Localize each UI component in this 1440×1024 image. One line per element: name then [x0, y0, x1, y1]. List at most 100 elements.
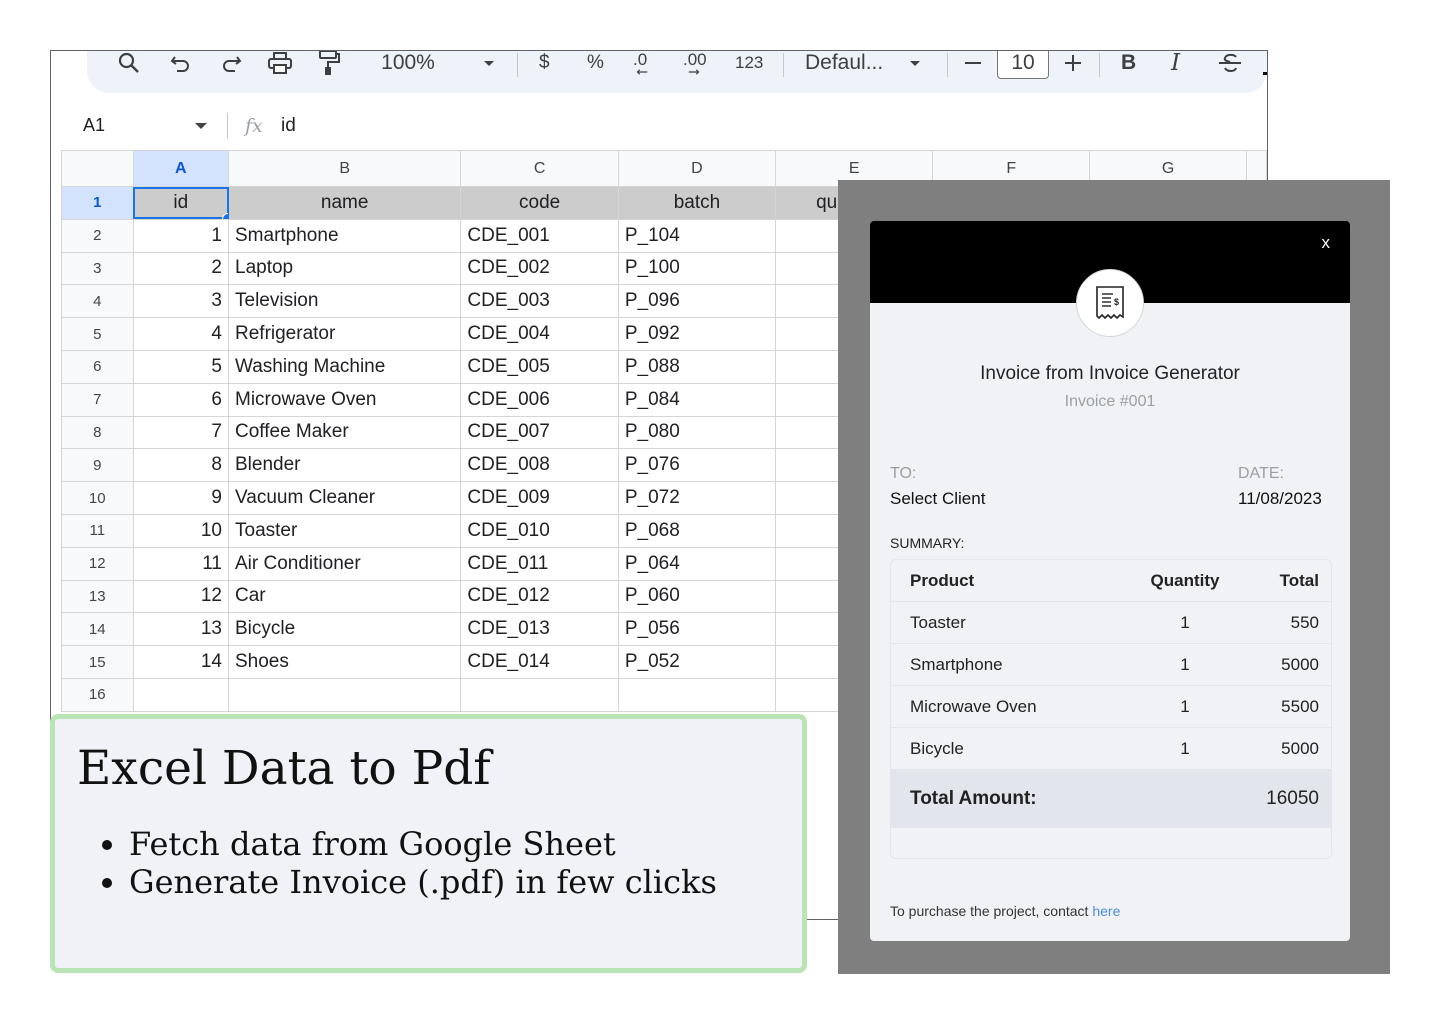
search-icon[interactable]	[117, 51, 141, 75]
row-header[interactable]: 16	[61, 677, 134, 712]
cell[interactable]: 7	[132, 415, 230, 450]
cell[interactable]: Microwave Oven	[227, 382, 462, 417]
row-header[interactable]: 3	[61, 251, 134, 286]
cell[interactable]: 9	[132, 481, 230, 515]
cell[interactable]: id	[132, 186, 230, 220]
column-header-c[interactable]: C	[460, 150, 619, 187]
zoom-select[interactable]: 100%	[369, 51, 447, 75]
cell[interactable]: Vacuum Cleaner	[227, 481, 462, 515]
formula-input[interactable]: id	[281, 115, 296, 137]
select-all-corner[interactable]	[61, 150, 134, 187]
cell[interactable]: P_100	[617, 251, 777, 286]
cell[interactable]: CDE_013	[460, 612, 619, 647]
zoom-dropdown-icon[interactable]	[483, 51, 495, 75]
cell[interactable]: Coffee Maker	[227, 415, 462, 450]
cell[interactable]	[227, 677, 462, 712]
fill-handle[interactable]	[222, 212, 228, 219]
print-icon[interactable]	[267, 51, 293, 75]
cell[interactable]: 14	[132, 645, 230, 679]
cell[interactable]: CDE_009	[460, 481, 619, 515]
modal-backdrop[interactable]: x $ Invoice from Invoice Generator Invoi…	[838, 180, 1390, 974]
row-header[interactable]: 9	[61, 448, 134, 483]
cell[interactable]: CDE_007	[460, 415, 619, 450]
row-header[interactable]: 11	[61, 513, 134, 548]
cell[interactable]: 6	[132, 382, 230, 417]
row-header[interactable]: 2	[61, 218, 134, 253]
cell[interactable]: P_076	[617, 448, 777, 483]
cell[interactable]: CDE_010	[460, 513, 619, 548]
row-header[interactable]: 4	[61, 284, 134, 319]
cell[interactable]: P_092	[617, 317, 777, 351]
cell[interactable]: CDE_012	[460, 579, 619, 614]
cell[interactable]: 11	[132, 546, 230, 581]
cell[interactable]: 10	[132, 513, 230, 548]
text-color-button[interactable]: A	[1263, 51, 1267, 75]
decrease-decimal-button[interactable]: .0	[633, 51, 651, 75]
cell[interactable]: Blender	[227, 448, 462, 483]
currency-format-button[interactable]: $	[539, 51, 550, 75]
row-header[interactable]: 8	[61, 415, 134, 450]
row-header[interactable]: 6	[61, 349, 134, 384]
cell[interactable]: P_068	[617, 513, 777, 548]
column-header-a[interactable]: A	[132, 150, 230, 187]
cell[interactable]: Television	[227, 284, 462, 319]
cell[interactable]: Bicycle	[227, 612, 462, 647]
cell[interactable]: 12	[132, 579, 230, 614]
cell[interactable]: Smartphone	[227, 218, 462, 253]
cell[interactable]: Toaster	[227, 513, 462, 548]
row-header[interactable]: 15	[61, 645, 134, 679]
contact-link[interactable]: here	[1092, 903, 1120, 919]
cell[interactable]: P_052	[617, 645, 777, 679]
cell[interactable]: CDE_005	[460, 349, 619, 384]
number-format-button[interactable]: 123	[735, 51, 763, 75]
cell[interactable]: Air Conditioner	[227, 546, 462, 581]
cell[interactable]: 3	[132, 284, 230, 319]
cell[interactable]: Laptop	[227, 251, 462, 286]
cell[interactable]: P_088	[617, 349, 777, 384]
increase-font-size-icon[interactable]	[1063, 51, 1083, 75]
cell[interactable]: P_072	[617, 481, 777, 515]
cell[interactable]: CDE_014	[460, 645, 619, 679]
cell[interactable]: Shoes	[227, 645, 462, 679]
strikethrough-icon[interactable]	[1217, 51, 1243, 75]
client-select[interactable]: Select Client	[890, 489, 985, 509]
cell[interactable]: P_060	[617, 579, 777, 614]
bold-button[interactable]: B	[1121, 51, 1136, 75]
percent-format-button[interactable]: %	[587, 51, 604, 75]
cell[interactable]: 8	[132, 448, 230, 483]
cell[interactable]: Car	[227, 579, 462, 614]
cell[interactable]	[460, 677, 619, 712]
cell[interactable]	[617, 677, 777, 712]
close-button[interactable]: x	[1322, 233, 1331, 253]
cell[interactable]: P_056	[617, 612, 777, 647]
paint-format-icon[interactable]	[317, 51, 341, 75]
row-header[interactable]: 1	[61, 186, 134, 220]
cell[interactable]: CDE_001	[460, 218, 619, 253]
cell[interactable]: code	[460, 186, 619, 220]
row-header[interactable]: 14	[61, 612, 134, 647]
cell[interactable]: batch	[617, 186, 777, 220]
cell[interactable]: CDE_011	[460, 546, 619, 581]
cell[interactable]: 5	[132, 349, 230, 384]
cell[interactable]: P_064	[617, 546, 777, 581]
row-header[interactable]: 10	[61, 481, 134, 515]
row-header[interactable]: 5	[61, 317, 134, 351]
row-header[interactable]: 13	[61, 579, 134, 614]
cell[interactable]: CDE_003	[460, 284, 619, 319]
undo-icon[interactable]	[169, 51, 193, 75]
row-header[interactable]: 7	[61, 382, 134, 417]
cell[interactable]: name	[227, 186, 462, 220]
font-family-select[interactable]: Defaul...	[805, 51, 883, 75]
column-header-d[interactable]: D	[617, 150, 777, 187]
name-box-dropdown-icon[interactable]	[195, 123, 207, 129]
cell[interactable]	[132, 677, 230, 712]
cell[interactable]: 13	[132, 612, 230, 647]
increase-decimal-button[interactable]: .00	[683, 51, 707, 75]
font-size-input[interactable]: 10	[997, 51, 1049, 79]
cell[interactable]: CDE_006	[460, 382, 619, 417]
cell[interactable]: CDE_008	[460, 448, 619, 483]
redo-icon[interactable]	[219, 51, 243, 75]
cell[interactable]: Washing Machine	[227, 349, 462, 384]
cell[interactable]: CDE_004	[460, 317, 619, 351]
row-header[interactable]: 12	[61, 546, 134, 581]
